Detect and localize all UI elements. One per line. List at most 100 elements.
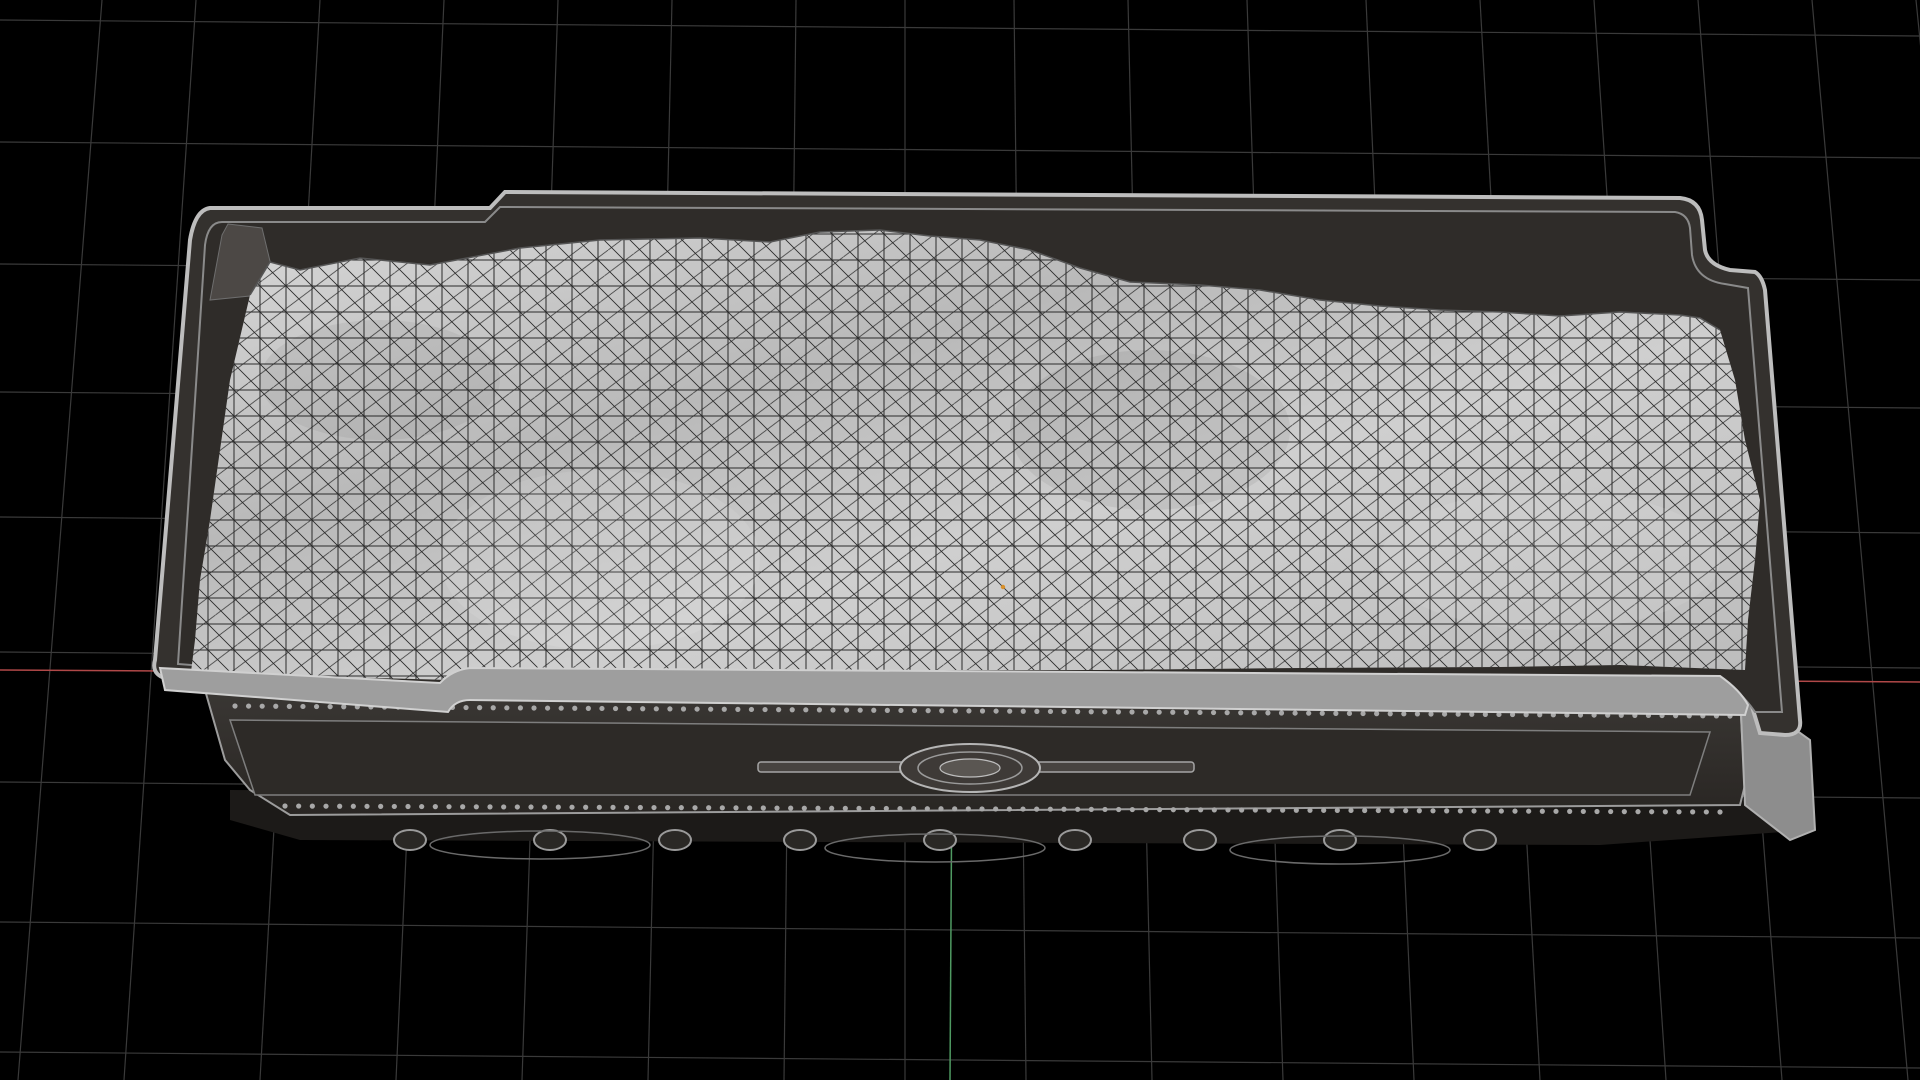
rivet: [830, 707, 836, 713]
rivet: [1471, 808, 1477, 814]
rivet: [1553, 808, 1559, 814]
rivet: [938, 806, 944, 812]
rivet: [273, 703, 279, 709]
rivet: [1348, 807, 1354, 814]
rivet: [735, 706, 741, 712]
rivet: [327, 704, 333, 710]
rivet: [1116, 806, 1122, 813]
rivet: [952, 806, 958, 812]
rivet: [966, 708, 972, 714]
rivet: [1362, 807, 1368, 814]
grid-line: [1915, 0, 1920, 47]
rivet: [979, 806, 985, 812]
rivet: [1608, 808, 1614, 815]
rivet: [1115, 709, 1122, 715]
rivet: [296, 803, 302, 809]
rivet: [1375, 807, 1381, 814]
rivet: [1635, 809, 1641, 815]
rivet: [776, 707, 782, 713]
rivet: [1156, 709, 1162, 715]
rivet: [1430, 808, 1436, 814]
rivet: [1184, 807, 1190, 813]
rivet: [1690, 809, 1696, 815]
rivet: [1292, 710, 1298, 716]
rivet: [680, 706, 687, 712]
rivet: [884, 707, 890, 713]
rivet: [1485, 808, 1491, 814]
rivet: [1319, 710, 1325, 716]
wheel: [1183, 829, 1217, 851]
rivet: [1129, 709, 1135, 715]
rivet: [911, 707, 918, 714]
rivet: [842, 805, 848, 811]
rivet: [1047, 708, 1054, 715]
rivet: [1306, 710, 1312, 716]
rivet: [1198, 807, 1204, 813]
rivet: [391, 803, 397, 810]
rivet: [667, 706, 673, 712]
rivet: [569, 804, 575, 810]
grid-line: [0, 141, 1920, 159]
rivet: [788, 805, 794, 811]
rivet: [432, 804, 438, 810]
rivet: [1170, 807, 1176, 813]
object-origin-marker: [1000, 584, 1006, 590]
rivet: [544, 705, 551, 711]
rivet: [719, 805, 725, 811]
rivet: [596, 804, 602, 810]
rivet: [637, 804, 643, 811]
rivet: [337, 803, 343, 809]
rivet: [1346, 710, 1353, 717]
rivet: [364, 803, 370, 809]
rivet: [1567, 808, 1573, 814]
wheel: [533, 829, 567, 851]
rivet: [1225, 807, 1231, 813]
rivet: [1157, 807, 1163, 813]
rivet: [1278, 710, 1285, 716]
rivet: [1512, 808, 1518, 814]
rivet: [1389, 808, 1395, 814]
viewport-canvas[interactable]: [0, 0, 1920, 1080]
rivet: [762, 706, 768, 713]
rivet: [323, 803, 329, 809]
rivet: [774, 805, 780, 811]
rivet: [490, 705, 496, 711]
rivet: [789, 707, 795, 713]
rivet: [1075, 806, 1081, 812]
grid-line: [0, 19, 1920, 37]
rivet: [651, 804, 657, 811]
3d-viewport[interactable]: [0, 0, 1920, 1080]
coal-tender-model[interactable]: [152, 189, 1817, 865]
rivet: [857, 707, 863, 713]
rivet: [1020, 708, 1026, 714]
rivet: [870, 805, 876, 812]
rivet: [1143, 807, 1149, 813]
rivet: [708, 706, 714, 712]
rivet: [585, 705, 591, 711]
rivet: [897, 805, 903, 812]
rivet: [1034, 708, 1040, 714]
bogie-wheels: [393, 829, 1497, 865]
rivet: [1102, 709, 1108, 715]
wheel: [1463, 829, 1497, 851]
rivet: [1102, 806, 1108, 813]
rivet: [801, 805, 807, 811]
rivet: [1170, 709, 1176, 715]
rivet: [542, 804, 548, 810]
grid-line: [0, 1051, 1920, 1069]
rivet: [528, 804, 534, 810]
rivet: [1374, 711, 1380, 717]
rivet: [1360, 710, 1366, 717]
rivet: [419, 803, 425, 810]
rivet: [1293, 807, 1299, 813]
wheel: [923, 829, 957, 851]
rivet: [378, 803, 384, 810]
rivet: [653, 706, 659, 712]
rivet: [1034, 806, 1040, 812]
rivet: [965, 806, 971, 812]
rivet: [501, 804, 507, 810]
rivet: [1183, 709, 1189, 715]
rivet: [747, 805, 753, 811]
rivet: [883, 805, 889, 812]
rivet: [1662, 809, 1668, 815]
